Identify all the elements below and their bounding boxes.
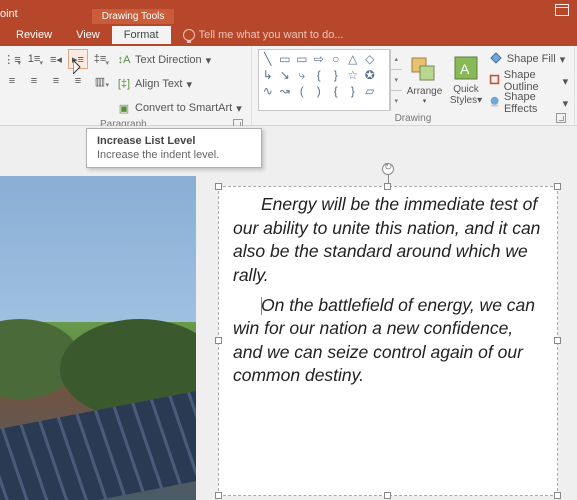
shape-effects-button[interactable]: Shape Effects ▾ (489, 93, 568, 113)
shape-outline-icon (489, 74, 500, 88)
resize-handle[interactable] (554, 492, 561, 499)
drawing-dialog-launcher[interactable] (556, 113, 566, 123)
convert-smartart-button[interactable]: ▣Convert to SmartArt ▾ (114, 97, 245, 119)
justify-button[interactable]: ≡ (68, 71, 88, 91)
resize-handle[interactable] (384, 492, 391, 499)
textbox-content[interactable]: Energy will be the immediate test of our… (219, 187, 557, 394)
shape-fill-icon (489, 52, 503, 66)
shapes-gallery-scroll: ▴ ▾ ▾ (390, 49, 402, 111)
slide-image (0, 176, 196, 500)
ribbon-tabs: Review View Format Tell me what you want… (0, 24, 577, 46)
brace-left-icon[interactable]: { (312, 68, 326, 82)
tell-me-search[interactable]: Tell me what you want to do... (183, 29, 344, 41)
tooltip: Increase List Level Increase the indent … (86, 128, 262, 168)
decrease-indent-button[interactable]: ≡◂ (46, 49, 66, 69)
align-text-icon: [‡] (117, 77, 131, 91)
columns-button[interactable]: ▥▾ (90, 71, 110, 91)
gallery-more-icon[interactable]: ▾ (391, 91, 402, 111)
diamond-shape-icon[interactable]: ◇ (363, 52, 377, 66)
app-name-partial: oint (0, 8, 22, 24)
group-paragraph: ⋮≡▾ 1≡▾ ≡◂ ▸≡ ‡≡▾ ≡ ≡ ≡ ≡ ▥▾ ↕AText D (0, 46, 252, 125)
line-shape-icon[interactable]: ╲ (261, 52, 275, 66)
align-left-button[interactable]: ≡ (2, 71, 22, 91)
rotate-handle[interactable] (382, 163, 394, 175)
triangle-shape-icon[interactable]: △ (346, 52, 360, 66)
numbering-button[interactable]: 1≡▾ (24, 49, 44, 69)
tab-view[interactable]: View (64, 26, 112, 44)
resize-handle[interactable] (215, 492, 222, 499)
text-direction-icon: ↕A (117, 53, 131, 67)
quick-styles-icon: A (452, 54, 480, 82)
curve1-icon[interactable]: ∿ (261, 84, 275, 98)
action-shape-icon[interactable]: ▱ (363, 84, 377, 98)
paragraph-1: Energy will be the immediate test of our… (233, 193, 543, 288)
oval-shape-icon[interactable]: ○ (329, 52, 343, 66)
restore-window-icon[interactable] (555, 4, 569, 16)
shape-outline-button[interactable]: Shape Outline ▾ (489, 71, 568, 91)
brace-right-icon[interactable]: } (329, 68, 343, 82)
shape-effects-icon (489, 96, 500, 110)
resize-handle[interactable] (554, 183, 561, 190)
star-shape-icon[interactable]: ☆ (346, 68, 360, 82)
resize-handle[interactable] (554, 337, 561, 344)
rect2-shape-icon[interactable]: ▭ (295, 52, 309, 66)
align-right-button[interactable]: ≡ (46, 71, 66, 91)
callout-shape-icon[interactable]: ✪ (363, 68, 377, 82)
paren-right-icon[interactable]: ) (312, 84, 326, 98)
quick-styles-button[interactable]: A QuickStyles▾ (447, 49, 485, 111)
curve2-icon[interactable]: ↝ (278, 84, 292, 98)
tab-format[interactable]: Format (112, 26, 171, 44)
connector1-icon[interactable]: ↳ (261, 68, 275, 82)
align-center-button[interactable]: ≡ (24, 71, 44, 91)
connector2-icon[interactable]: ↘ (278, 68, 292, 82)
line-spacing-button[interactable]: ‡≡▾ (90, 49, 110, 69)
smartart-icon: ▣ (117, 101, 131, 115)
align-text-button[interactable]: [‡]Align Text ▾ (114, 73, 245, 95)
gallery-up-icon[interactable]: ▴ (391, 49, 402, 70)
brace2-left-icon[interactable]: { (329, 84, 343, 98)
arrange-icon (410, 56, 438, 84)
connector3-icon[interactable]: ⤷ (295, 68, 309, 82)
group-label-drawing: Drawing (258, 113, 568, 125)
arrange-button[interactable]: Arrange▾ (406, 49, 444, 111)
resize-handle[interactable] (384, 183, 391, 190)
selected-textbox[interactable]: Energy will be the immediate test of our… (218, 186, 558, 496)
resize-handle[interactable] (215, 183, 222, 190)
tooltip-description: Increase the indent level. (97, 149, 251, 161)
group-drawing: ╲ ▭ ▭ ⇨ ○ △ ◇ ↳ ↘ ⤷ { } ☆ (252, 46, 575, 125)
rect-shape-icon[interactable]: ▭ (278, 52, 292, 66)
arrow-shape-icon[interactable]: ⇨ (312, 52, 326, 66)
gallery-down-icon[interactable]: ▾ (391, 70, 402, 91)
title-bar: oint Drawing Tools (0, 0, 577, 24)
slide-canvas: Energy will be the immediate test of our… (0, 126, 577, 500)
brace2-right-icon[interactable]: } (346, 84, 360, 98)
ribbon: ⋮≡▾ 1≡▾ ≡◂ ▸≡ ‡≡▾ ≡ ≡ ≡ ≡ ▥▾ ↕AText D (0, 46, 577, 126)
lightbulb-icon (183, 29, 195, 41)
tab-review[interactable]: Review (4, 26, 64, 44)
bullets-button[interactable]: ⋮≡▾ (2, 49, 22, 69)
paren-left-icon[interactable]: ( (295, 84, 309, 98)
shape-fill-button[interactable]: Shape Fill ▾ (489, 49, 568, 69)
increase-indent-button[interactable]: ▸≡ (68, 49, 88, 69)
tell-me-placeholder: Tell me what you want to do... (199, 29, 344, 41)
resize-handle[interactable] (215, 337, 222, 344)
paragraph-2: On the battlefield of energy, we can win… (233, 294, 543, 389)
contextual-tab-label: Drawing Tools (92, 9, 175, 24)
shapes-gallery[interactable]: ╲ ▭ ▭ ⇨ ○ △ ◇ ↳ ↘ ⤷ { } ☆ (258, 49, 390, 111)
text-direction-button[interactable]: ↕AText Direction ▾ (114, 49, 245, 71)
tooltip-title: Increase List Level (97, 135, 251, 147)
svg-text:A: A (460, 61, 470, 77)
